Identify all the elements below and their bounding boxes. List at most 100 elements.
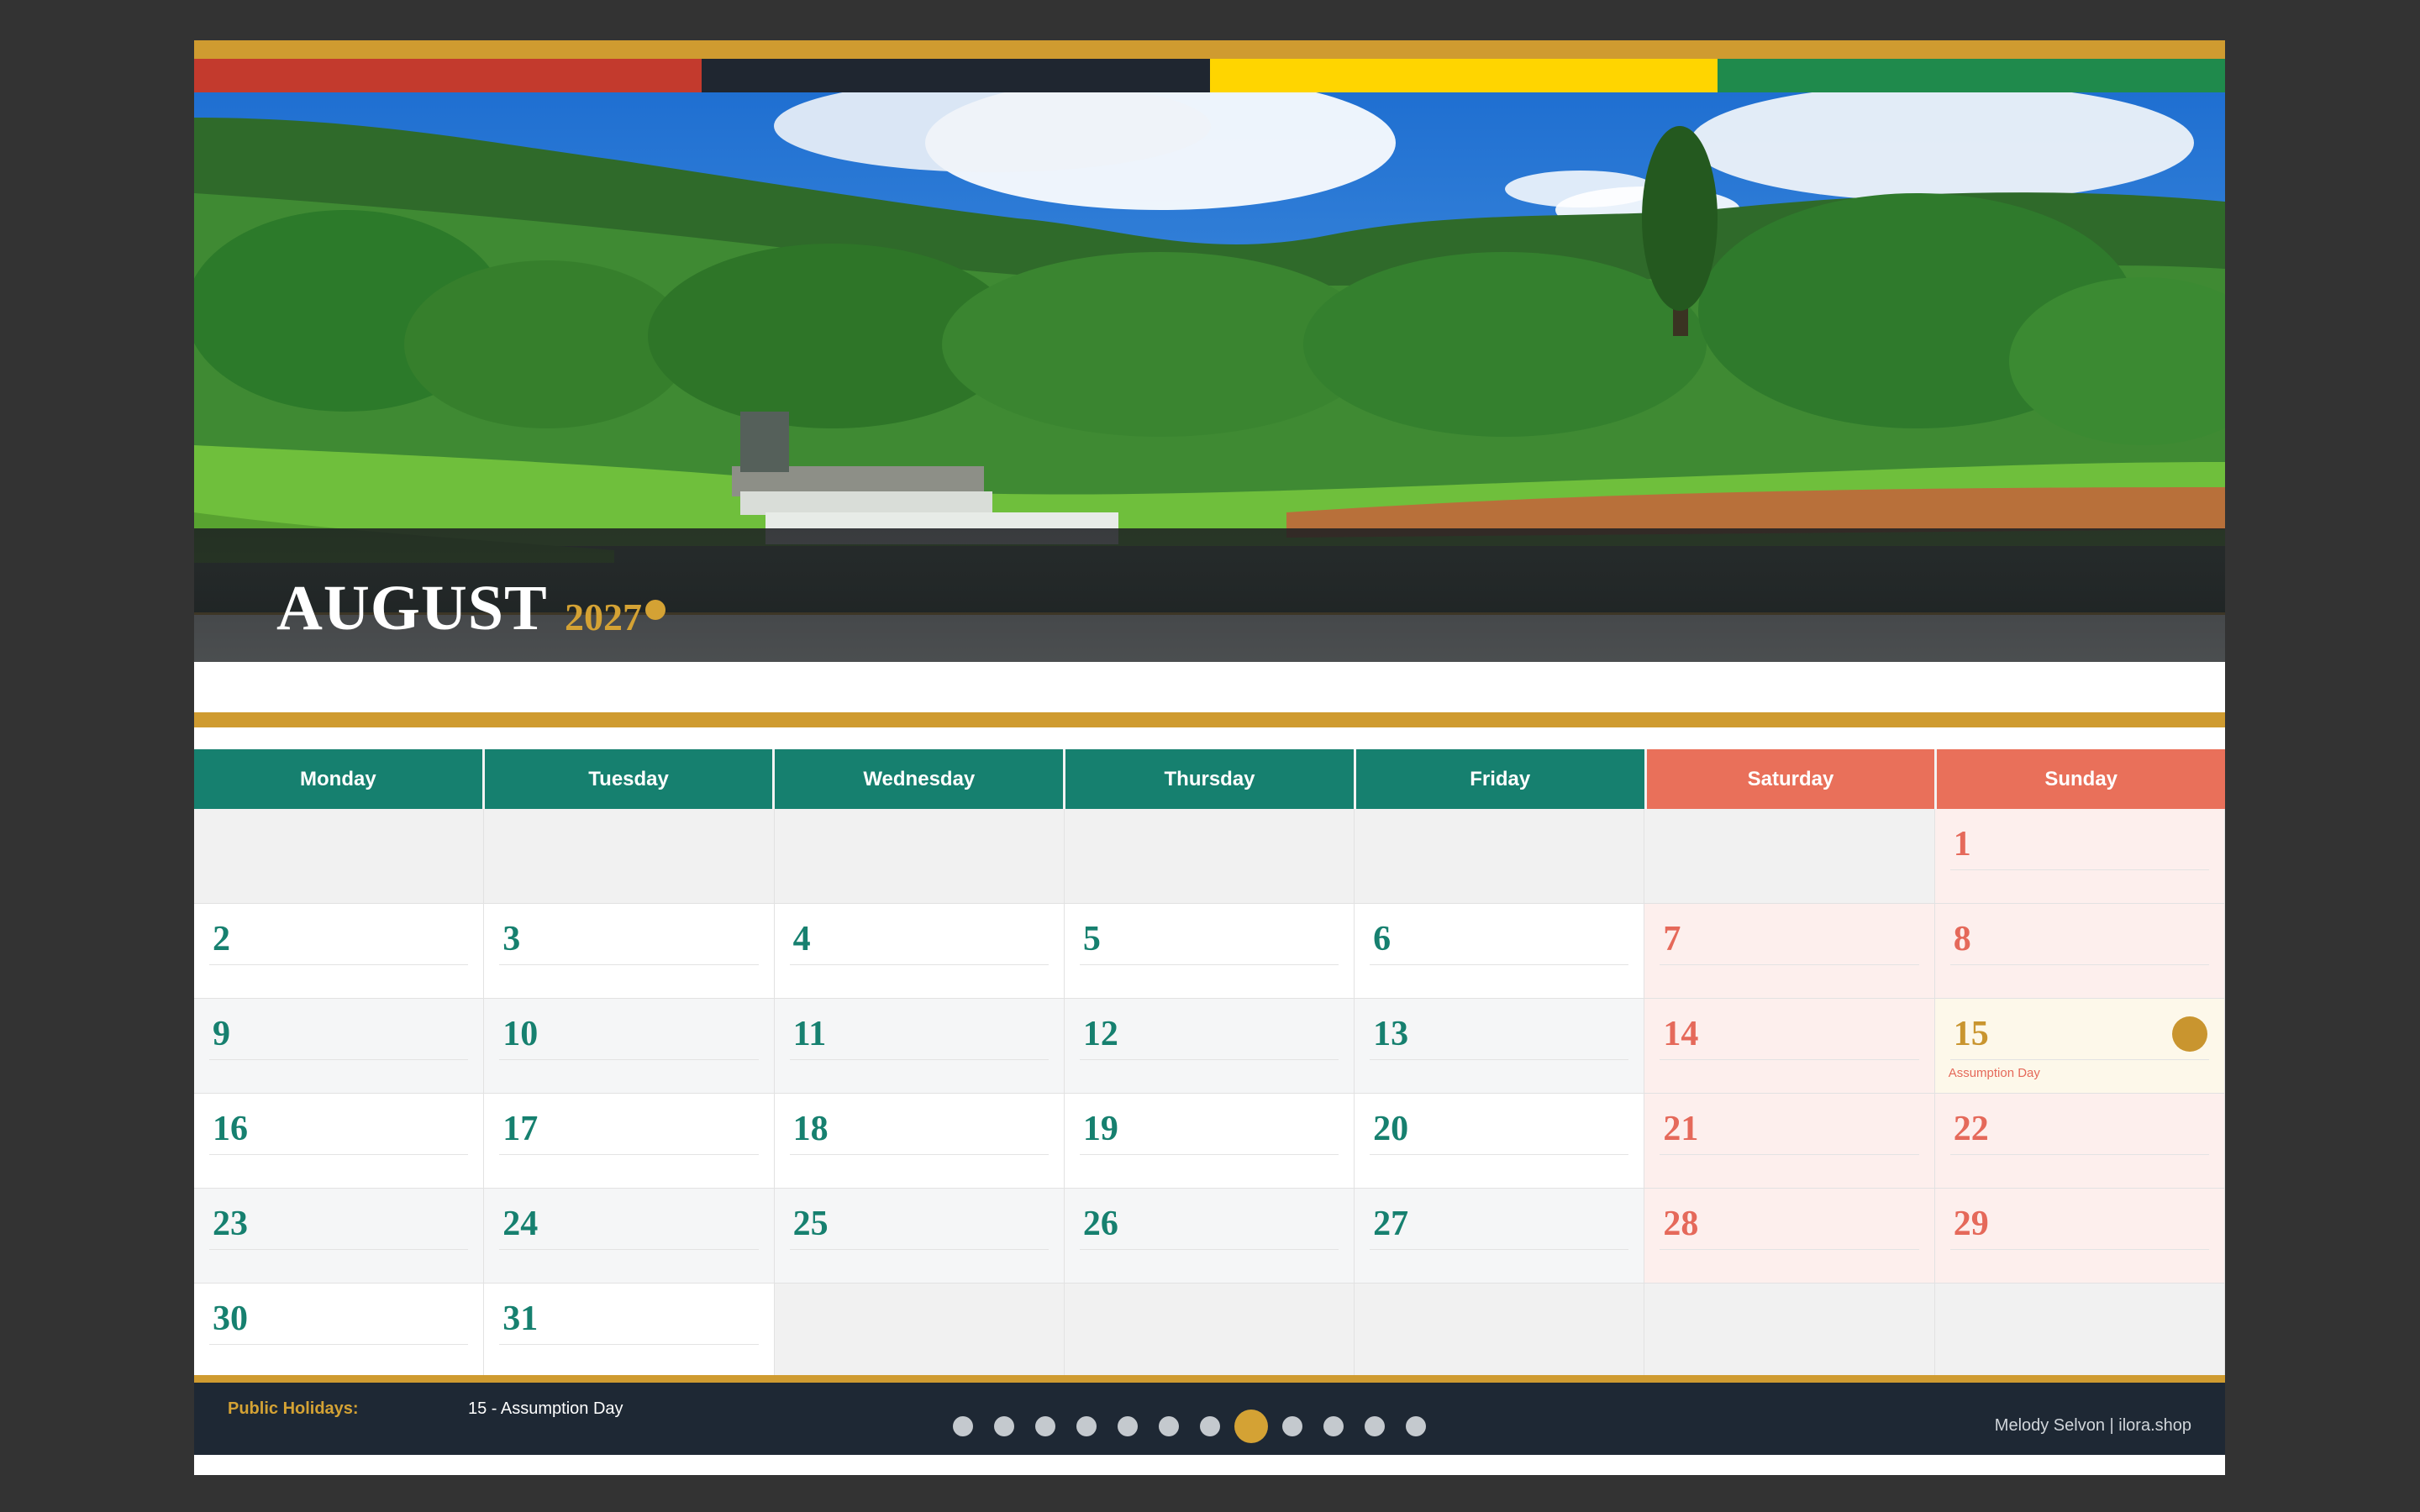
day-number: 30 — [213, 1299, 248, 1338]
day-underline — [789, 1154, 1049, 1155]
year-label: 2027 — [565, 596, 642, 638]
day-underline — [1949, 1154, 2209, 1155]
weekday-header-tuesday: Tuesday — [484, 749, 776, 809]
day-cell[interactable]: 11 — [774, 999, 1065, 1094]
day-cell[interactable]: 10 — [484, 999, 775, 1094]
day-number: 16 — [213, 1110, 248, 1148]
day-number: 11 — [792, 1015, 827, 1053]
calendar-weeks: 1 2 3 4 5 6 7 8 9 10 11 12 13 14 15 Assumption Day 16 17 1… — [194, 809, 2225, 1378]
week-row: 23 24 25 26 27 28 29 — [194, 1189, 2225, 1284]
pagination-dot[interactable] — [1035, 1416, 1055, 1436]
day-underline — [1949, 869, 2209, 870]
day-number: 1 — [1953, 825, 1971, 864]
day-cell[interactable]: 30 — [194, 1284, 485, 1378]
week-row: 2 3 4 5 6 7 8 — [194, 904, 2225, 999]
day-underline — [499, 1059, 759, 1060]
banner-gold-bar — [194, 712, 2225, 727]
day-underline — [1660, 964, 1919, 965]
day-cell[interactable]: 22 — [1934, 1094, 2225, 1189]
day-cell[interactable]: 3 — [484, 904, 775, 999]
pagination-dot[interactable] — [1076, 1416, 1097, 1436]
day-number: 31 — [502, 1299, 539, 1338]
day-underline — [1079, 1249, 1339, 1250]
holiday-label: Assumption Day — [1948, 1066, 2040, 1080]
day-cell[interactable]: 19 — [1064, 1094, 1355, 1189]
empty-day-cell — [1355, 809, 1645, 904]
pagination-dot[interactable] — [953, 1416, 973, 1436]
day-cell[interactable]: 14 — [1644, 999, 1935, 1094]
day-number: 4 — [792, 920, 811, 958]
day-cell[interactable]: 27 — [1355, 1189, 1645, 1284]
empty-day-cell — [1064, 809, 1355, 904]
day-cell[interactable]: 28 — [1644, 1189, 1935, 1284]
day-underline — [1949, 964, 2209, 965]
week-row: 9 10 11 12 13 14 15 Assumption Day — [194, 999, 2225, 1094]
day-number: 29 — [1953, 1205, 1989, 1243]
day-number: 23 — [213, 1205, 248, 1243]
empty-day-cell — [1934, 1284, 2225, 1378]
day-cell[interactable]: 24 — [484, 1189, 775, 1284]
day-cell[interactable]: 16 — [194, 1094, 485, 1189]
day-cell[interactable]: 15 Assumption Day — [1934, 999, 2225, 1094]
day-cell[interactable]: 29 — [1934, 1189, 2225, 1284]
day-underline — [209, 1344, 469, 1345]
credit-text: Melody Selvon | ilora.shop — [1994, 1416, 2191, 1435]
day-number: 5 — [1082, 920, 1101, 958]
day-number: 25 — [792, 1205, 829, 1243]
day-cell[interactable]: 7 — [1644, 904, 1935, 999]
day-cell[interactable]: 2 — [194, 904, 485, 999]
day-cell[interactable]: 5 — [1064, 904, 1355, 999]
day-cell[interactable]: 26 — [1064, 1189, 1355, 1284]
day-cell[interactable]: 21 — [1644, 1094, 1935, 1189]
empty-day-cell — [1644, 1284, 1935, 1378]
day-cell[interactable]: 6 — [1355, 904, 1645, 999]
day-underline — [499, 1344, 759, 1345]
day-underline — [209, 1059, 469, 1060]
week-row: 16 17 18 19 20 21 22 — [194, 1094, 2225, 1189]
day-number: 12 — [1082, 1015, 1118, 1053]
day-cell[interactable]: 9 — [194, 999, 485, 1094]
day-number: 26 — [1082, 1205, 1118, 1243]
pagination-dot[interactable] — [1159, 1416, 1179, 1436]
day-number: 10 — [502, 1015, 539, 1053]
day-cell[interactable]: 17 — [484, 1094, 775, 1189]
day-number: 28 — [1663, 1205, 1699, 1243]
pagination-dot[interactable] — [1282, 1416, 1302, 1436]
day-underline — [1370, 1249, 1629, 1250]
pagination-dot[interactable] — [994, 1416, 1014, 1436]
month-pagination — [194, 1410, 2225, 1450]
pagination-dot[interactable] — [1118, 1416, 1138, 1436]
day-number: 7 — [1663, 920, 1681, 958]
calendar-page: AUGUST 2027 Reservoir La Nicoliere, Maur… — [194, 40, 2226, 1475]
day-cell[interactable]: 8 — [1934, 904, 2225, 999]
pagination-dot[interactable] — [1406, 1416, 1426, 1436]
day-cell[interactable]: 13 — [1355, 999, 1645, 1094]
day-underline — [499, 1154, 759, 1155]
footer-gold-bar — [194, 1375, 2225, 1383]
day-underline — [1949, 1249, 2209, 1250]
day-cell[interactable]: 18 — [774, 1094, 1065, 1189]
day-cell[interactable]: 1 — [1934, 809, 2225, 904]
day-number: 18 — [792, 1110, 829, 1148]
pagination-dot[interactable] — [1323, 1416, 1344, 1436]
day-underline — [1660, 1249, 1919, 1250]
empty-day-cell — [774, 1284, 1065, 1378]
day-underline — [1370, 1059, 1629, 1060]
day-cell[interactable]: 12 — [1064, 999, 1355, 1094]
flag-stripe — [194, 59, 2225, 92]
holiday-dot-icon — [2171, 1016, 2207, 1052]
flag-band-red — [194, 59, 702, 92]
day-cell[interactable]: 25 — [774, 1189, 1065, 1284]
day-underline — [789, 964, 1049, 965]
day-cell[interactable]: 23 — [194, 1189, 485, 1284]
flag-band-green — [1717, 59, 2225, 92]
pagination-dot[interactable] — [1365, 1416, 1385, 1436]
day-underline — [1079, 1154, 1339, 1155]
pagination-dot[interactable] — [1200, 1416, 1220, 1436]
flag-band-blue — [702, 59, 1210, 92]
year-dot-icon — [645, 600, 666, 620]
day-cell[interactable]: 4 — [774, 904, 1065, 999]
pagination-dot-active[interactable] — [1234, 1410, 1268, 1443]
day-cell[interactable]: 31 — [484, 1284, 775, 1378]
day-cell[interactable]: 20 — [1355, 1094, 1645, 1189]
